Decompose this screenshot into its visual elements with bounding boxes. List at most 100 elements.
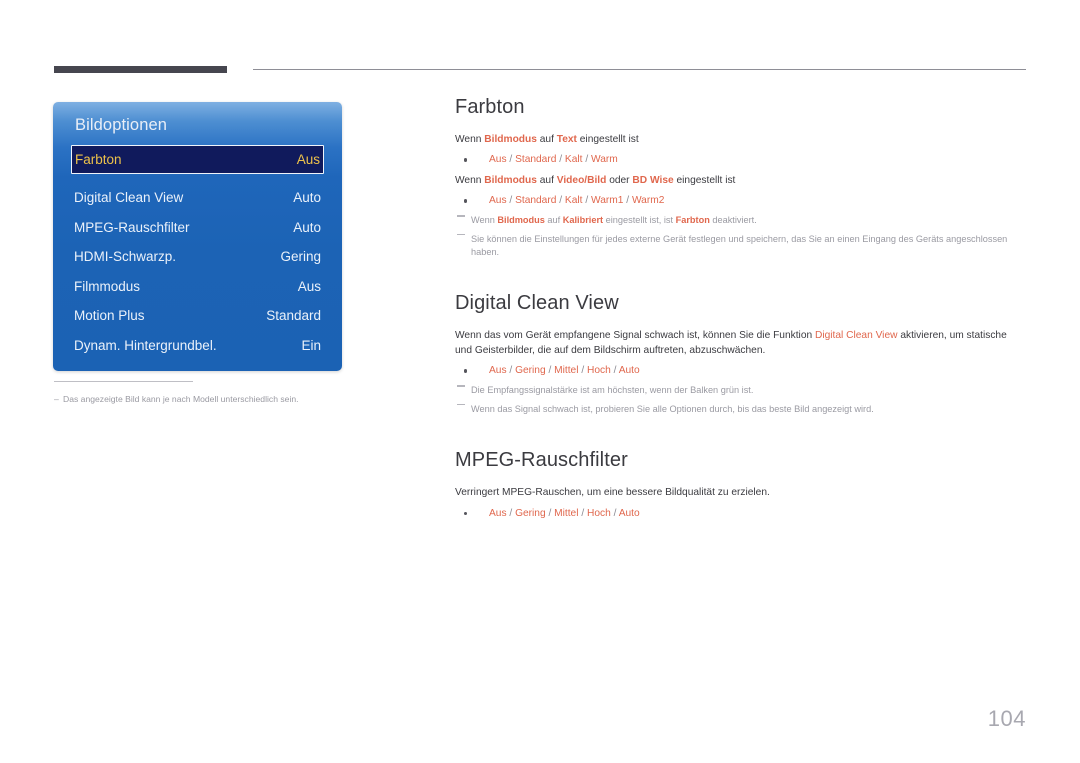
text-fragment: Wenn	[455, 134, 485, 145]
list-item: Aus / Standard / Kalt / Warm1 / Warm2	[455, 193, 1026, 209]
osd-row-value: Gering	[280, 249, 321, 265]
bullet-icon	[464, 199, 468, 203]
dcv-paragraph: Wenn das vom Gerät empfangene Signal sch…	[455, 328, 1026, 358]
option-value: Gering	[515, 365, 546, 377]
text-fragment: Wenn das vom Gerät empfangene Signal sch…	[455, 329, 815, 341]
osd-row-label: Filmmodus	[74, 278, 141, 294]
osd-row-label: Motion Plus	[74, 308, 145, 324]
osd-row-digital-clean-view[interactable]: Digital Clean View Auto	[74, 183, 321, 213]
highlight-video-bild: Video/Bild	[556, 175, 607, 187]
osd-row-filmmodus[interactable]: Filmmodus Aus	[74, 272, 321, 302]
text-fragment: deaktiviert.	[709, 215, 757, 226]
option-value: Hoch	[586, 365, 611, 377]
note-text: Die Empfangssignalstärke ist am höchsten…	[471, 385, 754, 396]
farbton-options-list-1: Aus / Standard / Kalt / Warm	[455, 152, 1026, 168]
option-value: Warm1	[590, 195, 624, 207]
osd-menu-list: Farbton Aus Digital Clean View Auto MPEG…	[53, 145, 342, 360]
farbton-paragraph-1: Wenn Bildmodus auf Text eingestellt ist	[455, 132, 1026, 147]
text-fragment: auf	[536, 134, 557, 145]
dcv-note-2: Wenn das Signal schwach ist, probieren S…	[455, 403, 1026, 417]
option-value: Gering	[515, 507, 546, 519]
osd-row-value: Auto	[293, 190, 321, 206]
content-column: Farbton Wenn Bildmodus auf Text eingeste…	[455, 96, 1026, 527]
highlight-bildmodus: Bildmodus	[484, 175, 537, 187]
osd-row-farbton[interactable]: Farbton Aus	[71, 145, 324, 174]
osd-row-label: Dynam. Hintergrundbel.	[74, 337, 217, 353]
note-dash-icon	[457, 385, 465, 387]
option-value: Warm2	[631, 195, 665, 207]
mpeg-options-list: Aus / Gering / Mittel / Hoch / Auto	[455, 506, 1026, 522]
bullet-icon	[464, 369, 468, 373]
note-text: Wenn das Signal schwach ist, probieren S…	[471, 403, 874, 414]
section-title: Farbton	[455, 96, 525, 118]
option-value: Standard	[515, 154, 557, 166]
header-accent-bar	[54, 66, 227, 73]
osd-row-label: HDMI-Schwarzp.	[74, 249, 177, 265]
dcv-note-1: Die Empfangssignalstärke ist am höchsten…	[455, 384, 1026, 398]
osd-row-label: Farbton	[75, 152, 122, 167]
highlight-bildmodus: Bildmodus	[484, 134, 537, 145]
osd-row-value: Standard	[266, 308, 321, 324]
option-value: Mittel	[554, 507, 579, 519]
footnote-text: Das angezeigte Bild kann je nach Modell …	[63, 394, 299, 405]
section-title: MPEG-Rauschfilter	[455, 449, 628, 472]
osd-row-dynam-hintergrundbel[interactable]: Dynam. Hintergrundbel. Ein	[74, 331, 321, 361]
osd-panel-title: Bildoptionen	[75, 116, 168, 134]
text-fragment: eingestellt ist	[576, 134, 639, 145]
osd-row-value: Aus	[296, 152, 320, 167]
farbton-paragraph-2: Wenn Bildmodus auf Video/Bild oder BD Wi…	[455, 173, 1026, 188]
option-value: Kalt	[564, 154, 583, 166]
highlight-digital-clean-view: Digital Clean View	[814, 329, 898, 341]
farbton-note-1: Wenn Bildmodus auf Kalibriert eingestell…	[455, 214, 1026, 228]
highlight-farbton: Farbton	[675, 215, 710, 226]
highlight-bildmodus: Bildmodus	[497, 215, 545, 226]
option-value: Kalt	[564, 195, 583, 207]
page-header-rules	[54, 66, 1026, 76]
option-value: Aus	[489, 507, 507, 519]
osd-row-hdmi-schwarzp[interactable]: HDMI-Schwarzp. Gering	[74, 242, 321, 272]
text-fragment: Wenn	[471, 215, 498, 226]
header-thin-rule	[253, 69, 1026, 70]
dcv-options-list: Aus / Gering / Mittel / Hoch / Auto	[455, 363, 1026, 379]
option-value: Auto	[618, 507, 640, 519]
option-value: Auto	[618, 365, 640, 377]
footnote-dash: –	[54, 394, 59, 405]
highlight-bd-wise: BD Wise	[632, 175, 674, 187]
text-fragment: oder	[606, 175, 633, 187]
section-mpeg-rauschfilter: MPEG-Rauschfilter Verringert MPEG-Rausch…	[455, 449, 1026, 521]
osd-row-motion-plus[interactable]: Motion Plus Standard	[74, 301, 321, 331]
farbton-note-2: Sie können die Einstellungen für jedes e…	[455, 233, 1026, 260]
section-farbton: Farbton Wenn Bildmodus auf Text eingeste…	[455, 96, 1026, 260]
osd-row-label: Digital Clean View	[74, 190, 184, 206]
highlight-text: Text	[556, 134, 577, 145]
option-value: Aus	[489, 365, 507, 377]
list-item: Aus / Gering / Mittel / Hoch / Auto	[455, 363, 1026, 379]
osd-footnote: – Das angezeigte Bild kann je nach Modell…	[54, 381, 374, 406]
farbton-options-list-2: Aus / Standard / Kalt / Warm1 / Warm2	[455, 193, 1026, 209]
mpeg-paragraph: Verringert MPEG-Rauschen, um eine besser…	[455, 487, 770, 499]
note-dash-icon	[457, 403, 465, 406]
list-item: Aus / Gering / Mittel / Hoch / Auto	[455, 506, 1026, 522]
text-fragment: eingestellt ist, ist	[603, 215, 676, 226]
section-digital-clean-view: Digital Clean View Wenn das vom Gerät em…	[455, 292, 1026, 416]
osd-row-value: Aus	[297, 278, 321, 294]
page-number: 104	[987, 706, 1026, 731]
osd-menu-panel: Bildoptionen Farbton Aus Digital Clean V…	[53, 102, 342, 371]
osd-row-spacer	[53, 174, 342, 183]
bullet-icon	[464, 158, 468, 162]
osd-row-label: MPEG-Rauschfilter	[74, 219, 190, 235]
text-fragment: auf	[544, 215, 563, 226]
option-value: Standard	[515, 195, 557, 207]
footnote-divider	[54, 381, 193, 383]
option-value: Warm	[590, 154, 618, 166]
option-value: Hoch	[586, 507, 611, 519]
highlight-kalibriert: Kalibriert	[562, 215, 604, 226]
bullet-icon	[464, 511, 468, 515]
text-fragment: eingestellt ist	[673, 175, 736, 187]
osd-row-mpeg-rauschfilter[interactable]: MPEG-Rauschfilter Auto	[74, 213, 321, 243]
section-title: Digital Clean View	[455, 291, 619, 314]
text-fragment: auf	[536, 175, 557, 187]
option-value: Mittel	[554, 365, 579, 377]
